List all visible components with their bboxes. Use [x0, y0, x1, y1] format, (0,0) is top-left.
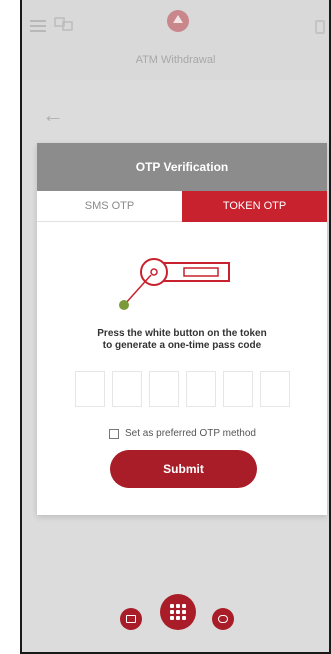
otp-digit-input[interactable] — [186, 371, 216, 407]
modal-title: OTP Verification — [37, 143, 327, 191]
otp-input-group — [75, 371, 290, 407]
back-arrow-icon[interactable]: ← — [42, 104, 64, 126]
otp-digit-input[interactable] — [75, 371, 105, 407]
page-title: ATM Withdrawal — [135, 54, 216, 66]
otp-tabs: SMS OTP TOKEN OTP — [37, 191, 327, 222]
hamburger-icon[interactable] — [30, 20, 46, 32]
instruction-line-1: Press the white button on the token — [97, 328, 267, 339]
otp-verification-modal: OTP Verification SMS OTP TOKEN OTP Press… — [37, 143, 327, 515]
bank-logo-icon — [167, 10, 189, 32]
inbox-icon[interactable] — [212, 608, 234, 630]
otp-digit-input[interactable] — [112, 371, 142, 407]
wallet-icon[interactable] — [120, 608, 142, 630]
phone-screen: ATM Withdrawal ← OTP Verification SMS OT… — [20, 0, 331, 654]
tab-sms-otp[interactable]: SMS OTP — [37, 191, 182, 222]
tab-token-otp[interactable]: TOKEN OTP — [182, 191, 327, 222]
token-instruction: Press the white button on the token to g… — [37, 328, 327, 352]
preferred-method-label: Set as preferred OTP method — [125, 428, 256, 439]
translate-icon[interactable] — [54, 16, 74, 34]
submit-button[interactable]: Submit — [110, 450, 257, 488]
token-device-icon — [117, 248, 252, 318]
otp-digit-input[interactable] — [149, 371, 179, 407]
otp-digit-input[interactable] — [260, 371, 290, 407]
preferred-method-checkbox[interactable] — [109, 428, 119, 439]
app-header: ATM Withdrawal — [22, 0, 329, 80]
preferred-method-row: Set as preferred OTP method — [109, 428, 256, 439]
device-icon[interactable] — [315, 20, 325, 34]
instruction-line-2: to generate a one-time pass code — [102, 340, 262, 351]
otp-digit-input[interactable] — [223, 371, 253, 407]
grid-menu-icon[interactable] — [160, 594, 196, 630]
